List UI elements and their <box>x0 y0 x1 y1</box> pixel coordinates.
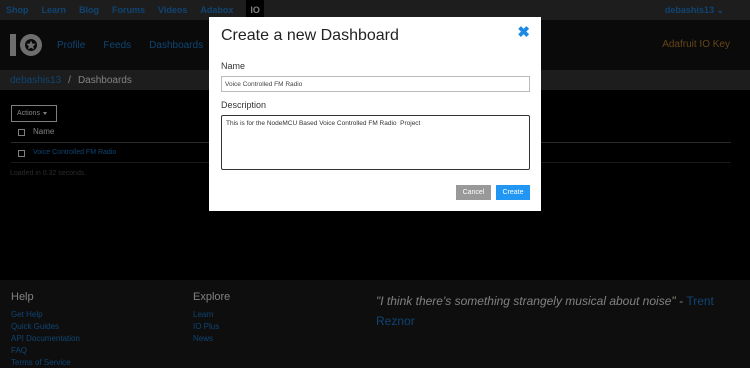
name-label: Name <box>221 61 246 71</box>
description-textarea[interactable]: This is for the NodeMCU Based Voice Cont… <box>221 115 530 170</box>
modal-title: Create a new Dashboard <box>221 27 399 44</box>
close-icon[interactable]: ✖ <box>517 25 530 40</box>
create-button[interactable]: Create <box>496 185 530 200</box>
description-label: Description <box>221 100 267 110</box>
create-dashboard-modal: Create a new Dashboard ✖ Name Descriptio… <box>209 17 541 211</box>
name-input[interactable] <box>221 76 530 92</box>
cancel-button[interactable]: Cancel <box>456 185 491 200</box>
